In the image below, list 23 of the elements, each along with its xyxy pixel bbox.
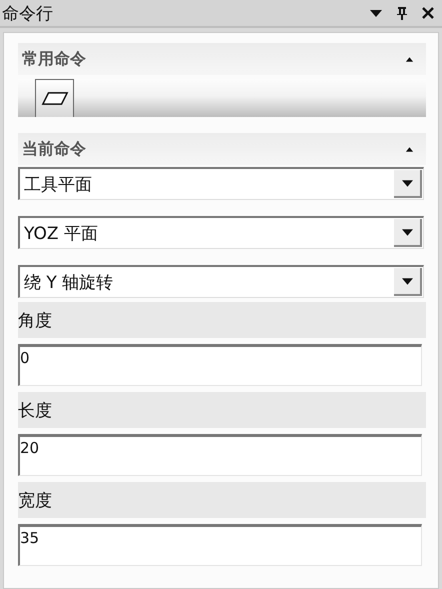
pin-icon[interactable] [394, 5, 410, 21]
dropdown[interactable]: 绕 Y 轴旋转 [18, 265, 424, 298]
tool-button[interactable] [35, 79, 74, 117]
input-field[interactable]: 35 [18, 524, 422, 566]
field-label: 宽度 [18, 482, 426, 518]
dropdown[interactable]: YOZ 平面 [18, 216, 424, 249]
section-header[interactable]: 常用命令 [18, 43, 426, 75]
dropdown[interactable]: 工具平面 [18, 167, 424, 200]
parallelogram-icon [40, 91, 68, 106]
window-title: 命令行 [2, 2, 53, 24]
input-field[interactable]: 20 [18, 434, 422, 476]
collapse-icon[interactable] [405, 146, 414, 152]
dropdown-arrow-icon [402, 228, 412, 236]
field-label: 长度 [18, 392, 426, 428]
dropdown-arrow-icon [402, 278, 412, 284]
close-icon[interactable] [420, 5, 436, 21]
section-title: 常用命令 [22, 48, 86, 70]
field-label: 角度 [18, 302, 426, 338]
input-field[interactable]: 0 [18, 344, 422, 386]
collapse-icon[interactable] [405, 56, 414, 62]
section-title: 当前命令 [22, 138, 86, 160]
section-header[interactable]: 当前命令 [18, 133, 426, 165]
dropdown-arrow-icon [402, 180, 412, 186]
